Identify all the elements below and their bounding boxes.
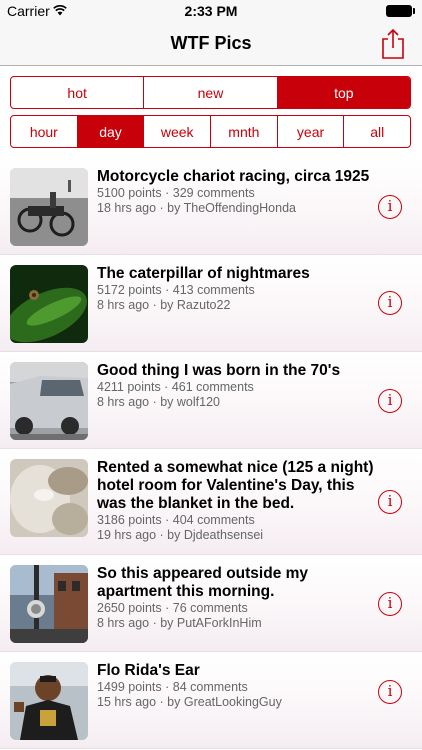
list-item[interactable]: So this appeared outside my apartment th… (0, 555, 422, 652)
tab-all[interactable]: all (344, 116, 410, 147)
list-item[interactable]: Motorcycle chariot racing, circa 1925 51… (0, 158, 422, 255)
info-icon[interactable]: i (378, 389, 402, 413)
post-byline: 19 hrs ago · by Djdeathsensei (97, 527, 264, 542)
post-text: So this appeared outside my apartment th… (97, 565, 374, 630)
tab-month[interactable]: mnth (211, 116, 278, 147)
post-stats: 3186 points · 404 comments (97, 513, 255, 527)
post-thumbnail (10, 565, 88, 643)
post-thumbnail (10, 662, 88, 740)
post-stats: 5100 points · 329 comments (97, 186, 255, 200)
status-bar: Carrier 2:33 PM (0, 0, 422, 22)
post-list: Motorcycle chariot racing, circa 1925 51… (0, 158, 422, 749)
post-byline: 15 hrs ago · by GreatLookingGuy (97, 694, 282, 709)
post-stats: 2650 points · 76 comments (97, 601, 248, 615)
tab-year[interactable]: year (278, 116, 345, 147)
sort-segmented-control: hot new top (10, 76, 411, 109)
post-stats: 4211 points · 461 comments (97, 380, 254, 394)
battery-icon (386, 5, 415, 17)
post-title: Good thing I was born in the 70's (97, 362, 341, 379)
post-thumbnail (10, 459, 88, 537)
post-thumbnail (10, 265, 88, 343)
page-title: WTF Pics (170, 33, 252, 53)
tab-new[interactable]: new (144, 77, 278, 108)
post-stats: 5172 points · 413 comments (97, 283, 255, 297)
list-item[interactable]: Flo Rida's Ear 1499 points · 84 comments… (0, 652, 422, 749)
tab-day[interactable]: day (77, 116, 145, 147)
post-text: Rented a somewhat nice (125 a night) hot… (97, 459, 374, 542)
time-range-segmented-control: hour day week mnth year all (10, 115, 411, 148)
info-icon[interactable]: i (378, 291, 402, 315)
tab-hot[interactable]: hot (11, 77, 145, 108)
tab-hour[interactable]: hour (11, 116, 78, 147)
status-time: 2:33 PM (184, 3, 238, 19)
tab-top[interactable]: top (277, 77, 410, 108)
post-byline: 8 hrs ago · by PutAForkInHim (97, 615, 262, 630)
post-text: Flo Rida's Ear 1499 points · 84 comments… (97, 662, 374, 709)
post-byline: 8 hrs ago · by Razuto22 (97, 297, 231, 312)
navigation-bar: WTF Pics (0, 22, 422, 66)
info-icon[interactable]: i (378, 490, 402, 514)
post-byline: 18 hrs ago · by TheOffendingHonda (97, 200, 296, 215)
list-item[interactable]: Rented a somewhat nice (125 a night) hot… (0, 449, 422, 555)
post-thumbnail (10, 362, 88, 440)
post-title: Rented a somewhat nice (125 a night) hot… (97, 459, 374, 512)
info-icon[interactable]: i (378, 195, 402, 219)
tab-week[interactable]: week (144, 116, 212, 147)
info-icon[interactable]: i (378, 680, 402, 704)
post-title: Motorcycle chariot racing, circa 1925 (97, 168, 370, 185)
list-item[interactable]: Good thing I was born in the 70's 4211 p… (0, 352, 422, 449)
list-item[interactable]: The caterpillar of nightmares 5172 point… (0, 255, 422, 352)
share-icon[interactable] (378, 28, 408, 60)
info-icon[interactable]: i (378, 592, 402, 616)
post-text: Motorcycle chariot racing, circa 1925 51… (97, 168, 374, 215)
post-title: Flo Rida's Ear (97, 662, 200, 679)
post-title: So this appeared outside my apartment th… (97, 565, 309, 600)
post-byline: 8 hrs ago · by wolf120 (97, 394, 220, 409)
post-stats: 1499 points · 84 comments (97, 680, 248, 694)
post-text: Good thing I was born in the 70's 4211 p… (97, 362, 374, 409)
post-thumbnail (10, 168, 88, 246)
post-title: The caterpillar of nightmares (97, 265, 310, 282)
post-text: The caterpillar of nightmares 5172 point… (97, 265, 374, 312)
